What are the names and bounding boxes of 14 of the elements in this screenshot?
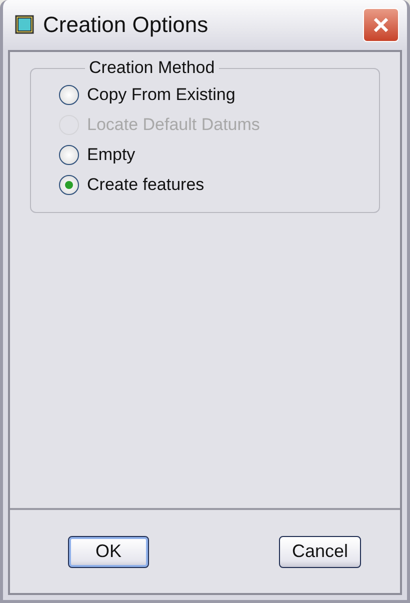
option-label: Locate Default Datums (87, 115, 260, 135)
dialog-button[interactable]: Cancel (279, 536, 361, 568)
radio-button[interactable] (59, 145, 79, 165)
close-button[interactable] (363, 8, 399, 42)
window-icon (15, 15, 35, 35)
option-label: Copy From Existing (87, 85, 236, 105)
option-label: Create features (87, 175, 204, 195)
radio-button[interactable] (59, 85, 79, 105)
window-title: Creation Options (43, 12, 210, 38)
dialog-button[interactable]: OK (68, 536, 149, 568)
option-label: Empty (87, 145, 136, 165)
close-icon (371, 15, 391, 35)
radio-button[interactable] (59, 175, 79, 195)
group-title: Creation Method (88, 58, 216, 78)
